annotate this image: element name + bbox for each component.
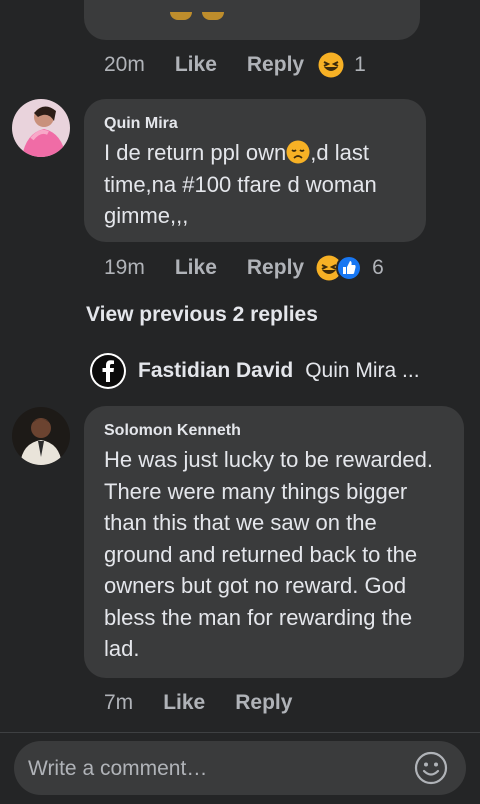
facebook-logo-icon: [90, 353, 126, 389]
avatar[interactable]: [12, 99, 70, 157]
reaction-count[interactable]: 6: [372, 256, 384, 280]
like-button[interactable]: Like: [163, 691, 205, 715]
comment-text-part: I de return ppl own: [104, 140, 287, 165]
like-button[interactable]: Like: [175, 256, 217, 280]
comment-composer[interactable]: [14, 741, 466, 797]
like-button[interactable]: Like: [175, 53, 217, 77]
emoji-partial-icon: [202, 12, 224, 20]
reply-preview[interactable]: Fastidian David Quin Mira ...: [90, 353, 420, 389]
reply-preview-author: Fastidian David: [138, 359, 294, 382]
comment-meta-row: 20m Like Reply 1: [104, 50, 366, 80]
comment-time: 19m: [104, 256, 145, 279]
comment-author[interactable]: Solomon Kenneth: [104, 422, 241, 440]
comment-meta-row: 19m Like Reply 6: [104, 253, 384, 283]
reply-button[interactable]: Reply: [247, 256, 304, 280]
comment-author[interactable]: Quin Mira: [104, 115, 178, 133]
comment-text: I de return ppl own ,d last time,na #100 …: [104, 137, 416, 232]
emoji-partial-icon: [170, 12, 192, 20]
disappointed-face-icon: [286, 140, 310, 164]
view-previous-replies-link[interactable]: View previous 2 replies: [86, 303, 318, 327]
reply-button[interactable]: Reply: [235, 691, 292, 715]
reply-button[interactable]: Reply: [247, 53, 304, 77]
avatar[interactable]: [12, 407, 70, 465]
comment-time: 7m: [104, 691, 134, 714]
like-reaction-icon: [336, 255, 363, 281]
reaction-count[interactable]: 1: [354, 53, 366, 77]
comment-text: He was just lucky to be rewarded. There …: [104, 447, 433, 661]
haha-reaction-icon: [318, 52, 344, 78]
comment-bubble: Quin Mira I de return ppl own ,d last tim…: [84, 99, 426, 242]
emoji-picker-icon[interactable]: [414, 751, 448, 785]
previous-comment-bubble: [84, 0, 420, 40]
reply-preview-text: Quin Mira ...: [305, 359, 420, 382]
comment-meta-row: 7m Like Reply: [104, 688, 322, 718]
composer-divider: [0, 732, 480, 733]
comment-bubble: Solomon Kenneth He was just lucky to be …: [84, 406, 464, 678]
comment-time: 20m: [104, 53, 145, 76]
comment-input[interactable]: [26, 741, 410, 797]
